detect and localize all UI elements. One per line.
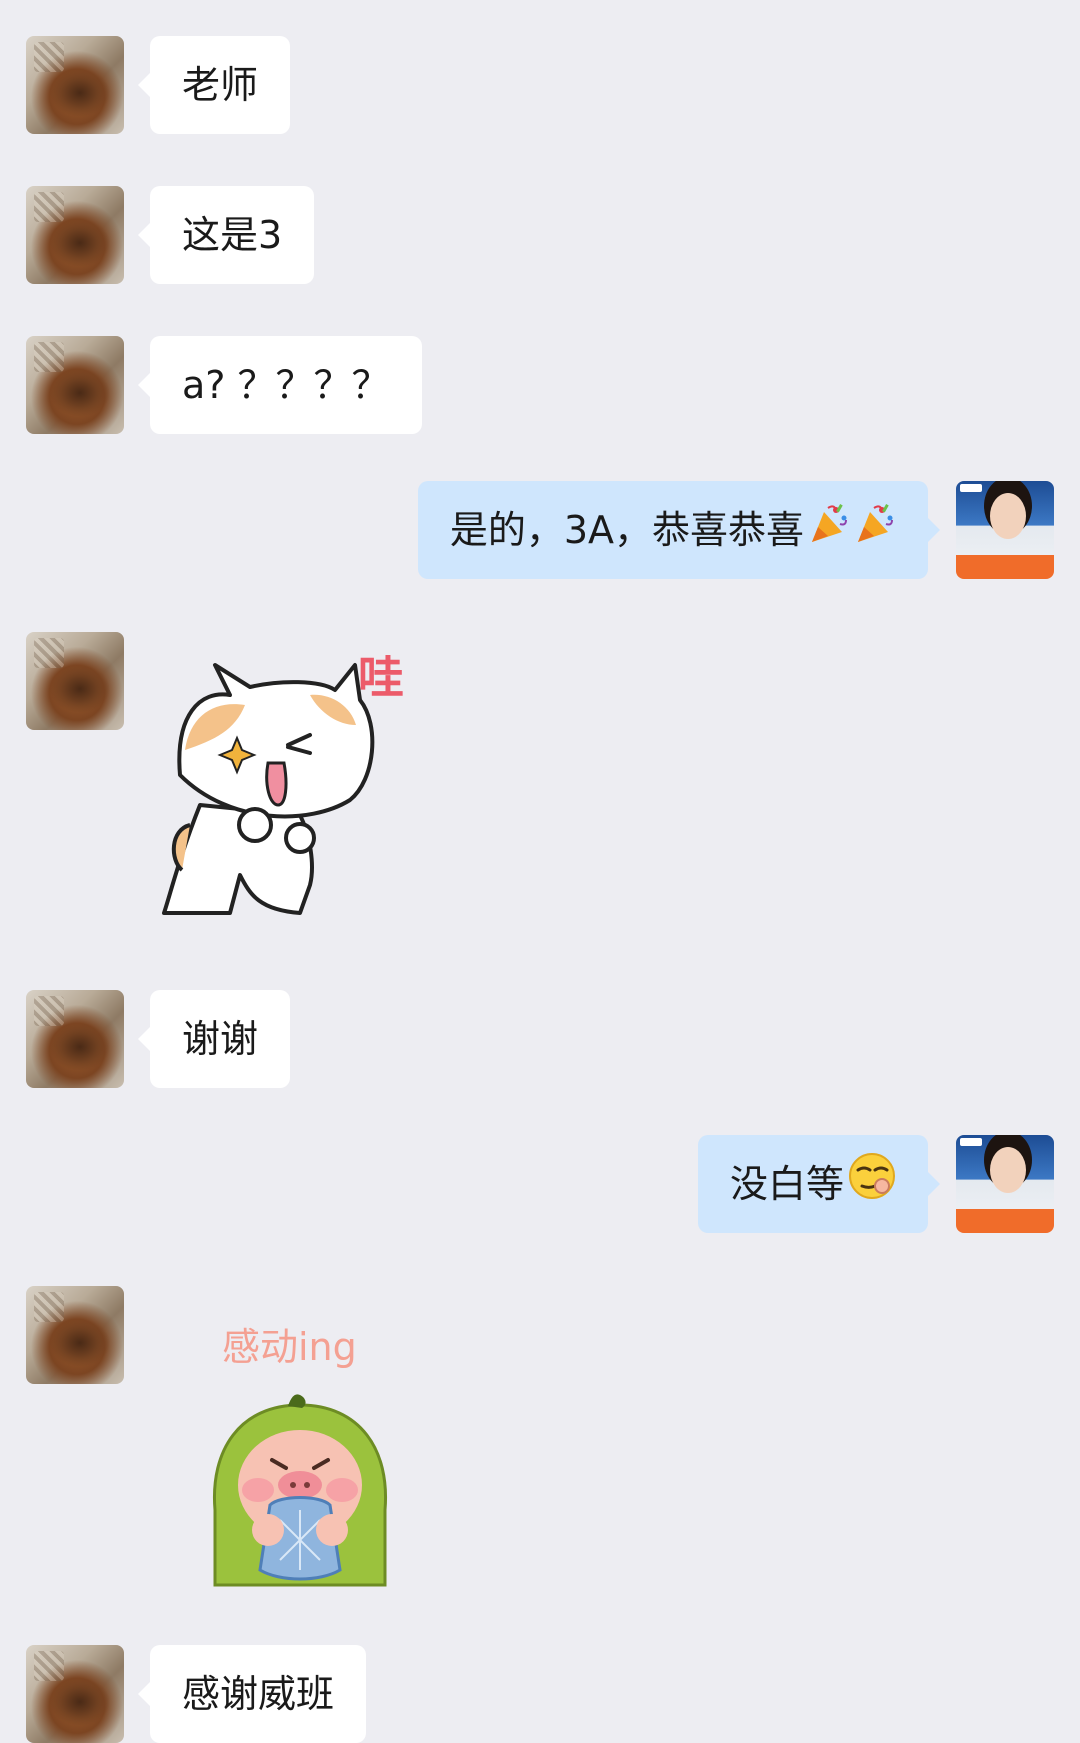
message-bubble-2[interactable]: 这是3	[137, 186, 315, 284]
message-bubble-7[interactable]: 没白等	[697, 1135, 941, 1236]
my-avatar[interactable]	[956, 1135, 1054, 1233]
message-text: 这是3	[182, 213, 283, 257]
message-text: 是的，3A，恭喜恭喜	[449, 508, 804, 552]
message-bubble-4[interactable]: 是的，3A，恭喜恭喜	[417, 481, 941, 582]
contact-avatar[interactable]	[26, 1645, 124, 1743]
message-bubble-9[interactable]: 感谢威班	[137, 1645, 367, 1743]
smirk-face-icon	[848, 1138, 896, 1236]
message-text: 没白等	[729, 1162, 844, 1206]
party-popper-icon	[808, 484, 850, 582]
my-avatar[interactable]	[956, 481, 1054, 579]
contact-avatar[interactable]	[26, 990, 124, 1088]
avatar-logo	[960, 1138, 982, 1146]
message-text: a? ？？？？	[182, 363, 390, 407]
avatar-logo	[960, 484, 982, 492]
cat-wow-sticker[interactable]: 哇	[160, 650, 430, 930]
pig-crying-sticker[interactable]: 感动ing	[200, 1320, 400, 1590]
avatar-banner	[956, 555, 1054, 579]
contact-avatar[interactable]	[26, 336, 124, 434]
message-bubble-3[interactable]: a? ？？？？	[138, 336, 422, 434]
contact-avatar[interactable]	[26, 632, 124, 730]
message-text: 老师	[182, 63, 259, 107]
sticker-caption: 哇	[358, 655, 404, 704]
avatar-face	[990, 493, 1026, 539]
chat-window: 老师 这是3 a? ？？？？ 是的，3A，恭喜恭喜 哇 谢谢 没白等 感动ing…	[0, 0, 1080, 1743]
message-text: 谢谢	[182, 1017, 259, 1061]
avatar-banner	[956, 1209, 1054, 1233]
sticker-caption: 感动ing	[222, 1325, 357, 1369]
contact-avatar[interactable]	[26, 36, 124, 134]
message-bubble-6[interactable]: 谢谢	[137, 990, 291, 1088]
avatar-face	[990, 1147, 1026, 1193]
contact-avatar[interactable]	[26, 1286, 124, 1384]
message-text: 感谢威班	[182, 1672, 335, 1716]
message-bubble-1[interactable]: 老师	[137, 36, 291, 134]
contact-avatar[interactable]	[26, 186, 124, 284]
party-popper-icon	[854, 484, 896, 582]
